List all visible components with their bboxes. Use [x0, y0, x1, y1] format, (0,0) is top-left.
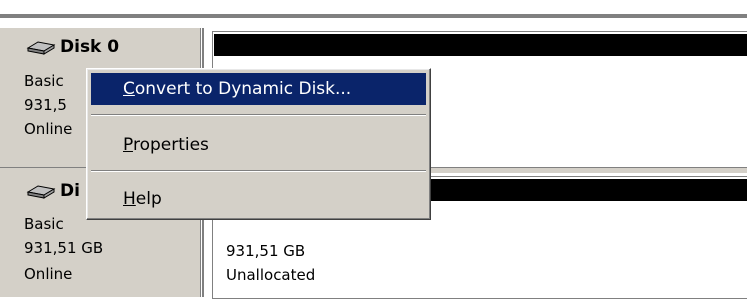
disk-status: Online: [24, 265, 73, 283]
partition-state: Unallocated: [226, 266, 316, 284]
menu-item-convert-to-dynamic-disk[interactable]: Convert to Dynamic Disk...: [91, 73, 426, 105]
context-menu: Convert to Dynamic Disk... Properties He…: [86, 68, 431, 220]
menu-separator: [91, 170, 426, 172]
window-top-edge: [0, 14, 747, 18]
menu-item-label: onvert to Dynamic Disk...: [134, 79, 352, 99]
disk-type: Basic: [24, 72, 64, 90]
menu-item-label: elp: [135, 189, 162, 209]
disk-type: Basic: [24, 215, 64, 233]
disk-icon: [26, 41, 56, 55]
partition-size: 931,51 GB: [226, 242, 306, 260]
menu-item-accelerator: P: [123, 135, 133, 155]
menu-item-accelerator: C: [123, 79, 135, 99]
partition-header-bar: [214, 34, 747, 56]
menu-separator: [91, 114, 426, 116]
disk-size: 931,51 GB: [24, 239, 104, 257]
menu-item-properties[interactable]: Properties: [91, 129, 426, 161]
menu-item-accelerator: H: [123, 189, 136, 209]
menu-item-label: roperties: [132, 135, 209, 155]
disk-size: 931,5: [24, 96, 67, 114]
disk-icon: [26, 185, 56, 199]
menu-item-help[interactable]: Help: [91, 183, 426, 215]
disk-status: Online: [24, 120, 73, 138]
disk-name: Di: [60, 181, 80, 201]
disk-name: Disk 0: [60, 37, 120, 57]
